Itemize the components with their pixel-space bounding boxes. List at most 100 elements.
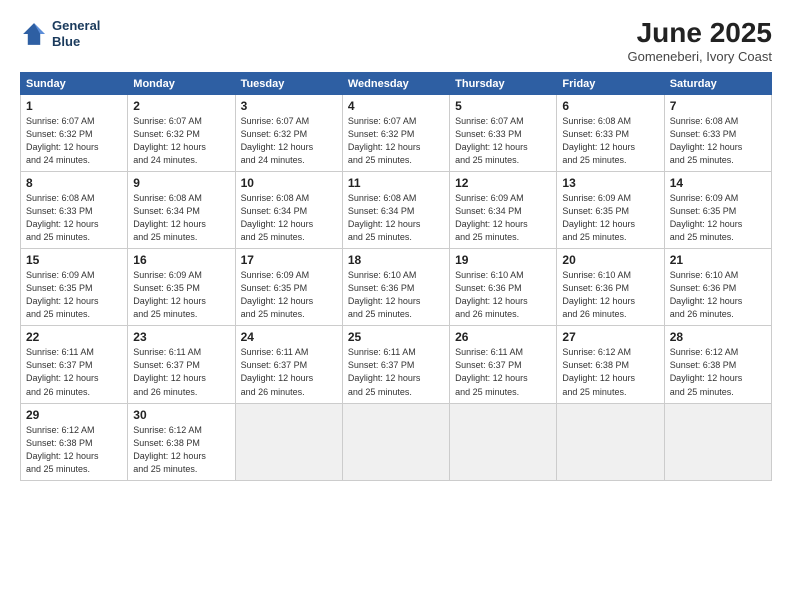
day-info: Sunrise: 6:07 AMSunset: 6:32 PMDaylight:… <box>133 115 229 167</box>
day-number: 12 <box>455 176 551 190</box>
week-row-3: 15Sunrise: 6:09 AMSunset: 6:35 PMDayligh… <box>21 249 772 326</box>
empty-cell <box>450 403 557 480</box>
day-cell-20: 20 Sunrise: 6:10 AMSunset: 6:36 PMDayligh… <box>557 249 664 326</box>
day-info: Sunrise: 6:07 AMSunset: 6:33 PMDaylight:… <box>455 115 551 167</box>
day-number: 29 <box>26 408 122 422</box>
day-info: Sunrise: 6:10 AMSunset: 6:36 PMDaylight:… <box>455 269 551 321</box>
calendar-subtitle: Gomeneberi, Ivory Coast <box>627 49 772 64</box>
day-number: 6 <box>562 99 658 113</box>
day-cell-19: 19 Sunrise: 6:10 AMSunset: 6:36 PMDayligh… <box>450 249 557 326</box>
day-info: Sunrise: 6:11 AMSunset: 6:37 PMDaylight:… <box>348 346 444 398</box>
empty-cell <box>235 403 342 480</box>
day-number: 9 <box>133 176 229 190</box>
day-info: Sunrise: 6:10 AMSunset: 6:36 PMDaylight:… <box>348 269 444 321</box>
day-number: 14 <box>670 176 766 190</box>
day-info: Sunrise: 6:08 AMSunset: 6:33 PMDaylight:… <box>26 192 122 244</box>
day-number: 11 <box>348 176 444 190</box>
week-row-4: 22 Sunrise: 6:11 AMSunset: 6:37 PMDayligh… <box>21 326 772 403</box>
day-info: Sunrise: 6:12 AMSunset: 6:38 PMDaylight:… <box>26 424 122 476</box>
day-number: 4 <box>348 99 444 113</box>
day-cell-1: 1Sunrise: 6:07 AMSunset: 6:32 PMDaylight… <box>21 94 128 171</box>
day-info: Sunrise: 6:12 AMSunset: 6:38 PMDaylight:… <box>133 424 229 476</box>
week-row-5: 29 Sunrise: 6:12 AMSunset: 6:38 PMDayligh… <box>21 403 772 480</box>
day-number: 2 <box>133 99 229 113</box>
day-number: 25 <box>348 330 444 344</box>
day-info: Sunrise: 6:12 AMSunset: 6:38 PMDaylight:… <box>670 346 766 398</box>
day-number: 22 <box>26 330 122 344</box>
day-number: 16 <box>133 253 229 267</box>
logo-icon <box>20 20 48 48</box>
day-info: Sunrise: 6:12 AMSunset: 6:38 PMDaylight:… <box>562 346 658 398</box>
day-cell-13: 13Sunrise: 6:09 AMSunset: 6:35 PMDayligh… <box>557 171 664 248</box>
day-number: 19 <box>455 253 551 267</box>
page: General Blue June 2025 Gomeneberi, Ivory… <box>0 0 792 612</box>
day-info: Sunrise: 6:11 AMSunset: 6:37 PMDaylight:… <box>241 346 337 398</box>
day-cell-9: 9 Sunrise: 6:08 AMSunset: 6:34 PMDaylight… <box>128 171 235 248</box>
day-number: 10 <box>241 176 337 190</box>
day-number: 1 <box>26 99 122 113</box>
day-info: Sunrise: 6:09 AMSunset: 6:35 PMDaylight:… <box>670 192 766 244</box>
day-number: 27 <box>562 330 658 344</box>
day-info: Sunrise: 6:09 AMSunset: 6:35 PMDaylight:… <box>241 269 337 321</box>
day-number: 20 <box>562 253 658 267</box>
day-cell-7: 7 Sunrise: 6:08 AMSunset: 6:33 PMDaylight… <box>664 94 771 171</box>
day-info: Sunrise: 6:11 AMSunset: 6:37 PMDaylight:… <box>26 346 122 398</box>
day-cell-21: 21Sunrise: 6:10 AMSunset: 6:36 PMDayligh… <box>664 249 771 326</box>
day-header-monday: Monday <box>128 72 235 94</box>
empty-cell <box>664 403 771 480</box>
calendar-table: SundayMondayTuesdayWednesdayThursdayFrid… <box>20 72 772 481</box>
day-cell-29: 29 Sunrise: 6:12 AMSunset: 6:38 PMDayligh… <box>21 403 128 480</box>
day-number: 30 <box>133 408 229 422</box>
day-cell-26: 26Sunrise: 6:11 AMSunset: 6:37 PMDayligh… <box>450 326 557 403</box>
day-cell-25: 25 Sunrise: 6:11 AMSunset: 6:37 PMDayligh… <box>342 326 449 403</box>
day-cell-4: 4Sunrise: 6:07 AMSunset: 6:32 PMDaylight… <box>342 94 449 171</box>
day-number: 23 <box>133 330 229 344</box>
day-number: 5 <box>455 99 551 113</box>
day-cell-12: 12 Sunrise: 6:09 AMSunset: 6:34 PMDayligh… <box>450 171 557 248</box>
day-cell-23: 23 Sunrise: 6:11 AMSunset: 6:37 PMDayligh… <box>128 326 235 403</box>
day-number: 26 <box>455 330 551 344</box>
day-number: 24 <box>241 330 337 344</box>
day-number: 8 <box>26 176 122 190</box>
header: General Blue June 2025 Gomeneberi, Ivory… <box>20 18 772 64</box>
day-info: Sunrise: 6:08 AMSunset: 6:33 PMDaylight:… <box>670 115 766 167</box>
week-row-2: 8 Sunrise: 6:08 AMSunset: 6:33 PMDaylight… <box>21 171 772 248</box>
day-number: 28 <box>670 330 766 344</box>
day-cell-18: 18 Sunrise: 6:10 AMSunset: 6:36 PMDayligh… <box>342 249 449 326</box>
day-info: Sunrise: 6:11 AMSunset: 6:37 PMDaylight:… <box>133 346 229 398</box>
day-cell-5: 5 Sunrise: 6:07 AMSunset: 6:33 PMDaylight… <box>450 94 557 171</box>
day-cell-6: 6Sunrise: 6:08 AMSunset: 6:33 PMDaylight… <box>557 94 664 171</box>
day-info: Sunrise: 6:09 AMSunset: 6:35 PMDaylight:… <box>133 269 229 321</box>
day-cell-17: 17 Sunrise: 6:09 AMSunset: 6:35 PMDayligh… <box>235 249 342 326</box>
day-cell-15: 15Sunrise: 6:09 AMSunset: 6:35 PMDayligh… <box>21 249 128 326</box>
day-info: Sunrise: 6:08 AMSunset: 6:34 PMDaylight:… <box>348 192 444 244</box>
day-cell-2: 2 Sunrise: 6:07 AMSunset: 6:32 PMDaylight… <box>128 94 235 171</box>
day-info: Sunrise: 6:07 AMSunset: 6:32 PMDaylight:… <box>241 115 337 167</box>
day-header-sunday: Sunday <box>21 72 128 94</box>
header-row: SundayMondayTuesdayWednesdayThursdayFrid… <box>21 72 772 94</box>
empty-cell <box>557 403 664 480</box>
day-header-wednesday: Wednesday <box>342 72 449 94</box>
day-info: Sunrise: 6:08 AMSunset: 6:34 PMDaylight:… <box>133 192 229 244</box>
day-info: Sunrise: 6:09 AMSunset: 6:35 PMDaylight:… <box>562 192 658 244</box>
calendar-title: June 2025 <box>627 18 772 49</box>
day-info: Sunrise: 6:10 AMSunset: 6:36 PMDaylight:… <box>670 269 766 321</box>
day-cell-11: 11 Sunrise: 6:08 AMSunset: 6:34 PMDayligh… <box>342 171 449 248</box>
day-info: Sunrise: 6:09 AMSunset: 6:35 PMDaylight:… <box>26 269 122 321</box>
day-header-saturday: Saturday <box>664 72 771 94</box>
day-number: 17 <box>241 253 337 267</box>
day-number: 18 <box>348 253 444 267</box>
day-cell-10: 10 Sunrise: 6:08 AMSunset: 6:34 PMDayligh… <box>235 171 342 248</box>
day-number: 7 <box>670 99 766 113</box>
logo-line1: General <box>52 18 100 33</box>
day-cell-14: 14 Sunrise: 6:09 AMSunset: 6:35 PMDayligh… <box>664 171 771 248</box>
day-header-thursday: Thursday <box>450 72 557 94</box>
day-cell-28: 28 Sunrise: 6:12 AMSunset: 6:38 PMDayligh… <box>664 326 771 403</box>
day-info: Sunrise: 6:10 AMSunset: 6:36 PMDaylight:… <box>562 269 658 321</box>
day-cell-16: 16 Sunrise: 6:09 AMSunset: 6:35 PMDayligh… <box>128 249 235 326</box>
day-info: Sunrise: 6:09 AMSunset: 6:34 PMDaylight:… <box>455 192 551 244</box>
day-header-friday: Friday <box>557 72 664 94</box>
day-cell-30: 30 Sunrise: 6:12 AMSunset: 6:38 PMDayligh… <box>128 403 235 480</box>
day-info: Sunrise: 6:08 AMSunset: 6:34 PMDaylight:… <box>241 192 337 244</box>
week-row-1: 1 Sunrise: 6:07 AMSunset: 6:32 PMDaylight… <box>21 94 772 171</box>
